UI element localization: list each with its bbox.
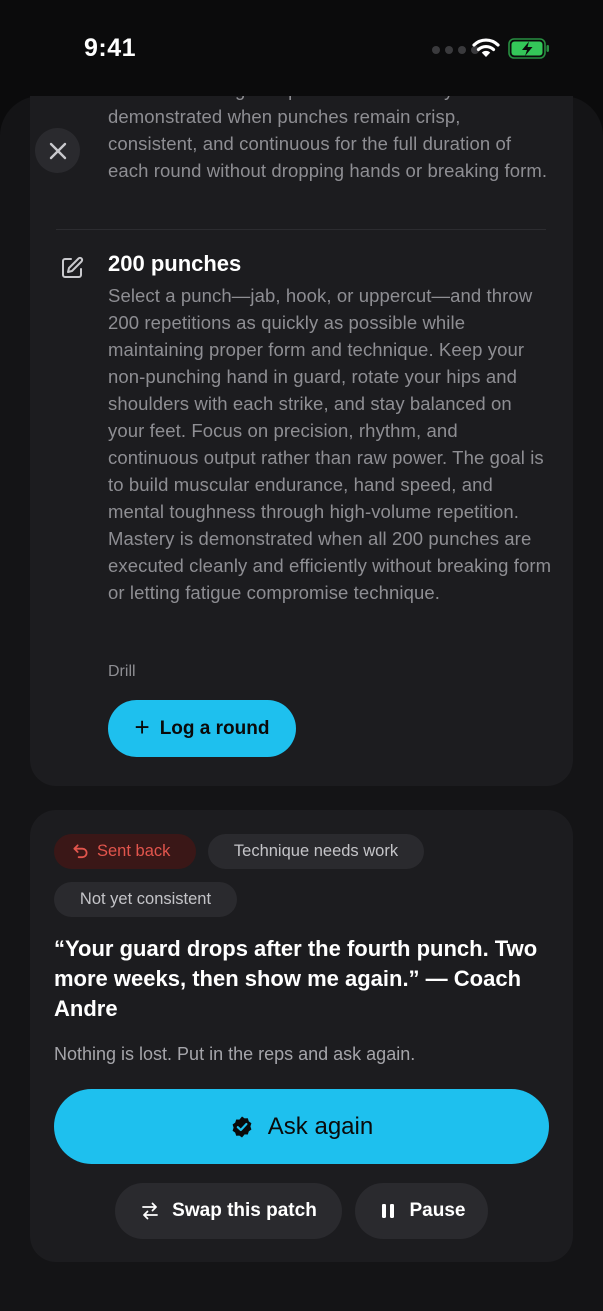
plus-icon: +: [134, 712, 150, 742]
drill-description: Select a punch—jab, hook, or uppercut—an…: [108, 285, 552, 603]
verified-badge-icon: [232, 1116, 252, 1137]
swap-arrows-icon: [142, 1202, 159, 1220]
feedback-card: Sent back Technique needs work Not yet c…: [30, 810, 573, 1262]
encouragement-note: Nothing is lost. Put in the reps and ask…: [54, 1044, 416, 1064]
status-time: 9:41: [84, 34, 137, 62]
coach-quote: “Your guard drops after the fourth punch…: [54, 936, 538, 1021]
ask-again-button[interactable]: Ask again: [54, 1089, 549, 1164]
wifi-icon: [472, 38, 500, 57]
drill-card[interactable]: for sustained high-output rounds. Master…: [30, 96, 573, 786]
pause-icon: [381, 1204, 394, 1218]
drill-title: 200 punches: [108, 251, 242, 276]
close-button[interactable]: [35, 128, 80, 173]
edit-icon: [62, 256, 84, 278]
divider: [56, 229, 546, 230]
status-bar: 9:41: [0, 0, 603, 96]
pause-button[interactable]: Pause: [355, 1183, 488, 1239]
log-round-label: Log a round: [159, 717, 270, 739]
sent-back-label: Sent back: [97, 842, 171, 860]
technique-chip: Technique needs work: [208, 834, 424, 869]
drill-type-label: Drill: [108, 663, 136, 680]
ask-again-label: Ask again: [267, 1112, 374, 1140]
pause-label: Pause: [409, 1200, 466, 1221]
battery-charging-icon: [508, 38, 549, 59]
undo-icon: [73, 844, 88, 859]
swap-patch-button[interactable]: Swap this patch: [115, 1183, 342, 1239]
consistency-chip: Not yet consistent: [54, 882, 237, 917]
close-icon: [49, 142, 66, 159]
swap-patch-label: Swap this patch: [172, 1200, 317, 1221]
sent-back-badge: Sent back: [54, 834, 196, 869]
log-round-button[interactable]: + Log a round: [108, 700, 296, 757]
previous-drill-description: for sustained high-output rounds. Master…: [108, 96, 548, 181]
